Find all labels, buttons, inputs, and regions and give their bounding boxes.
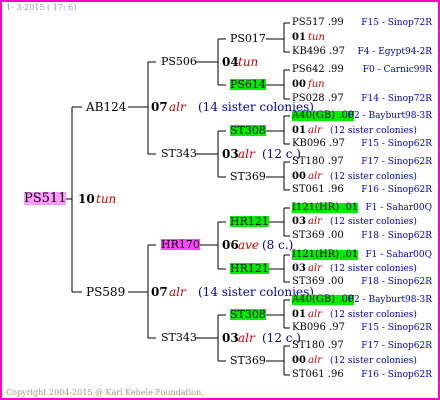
- dam-sire-sisters: (8 c.): [262, 238, 294, 252]
- root-qual: tun: [96, 192, 117, 206]
- sire-dam-qual: alr: [238, 147, 255, 161]
- dam-sire-num: 06: [222, 238, 239, 252]
- gen4-source: F14 - Sinop72R: [361, 94, 432, 104]
- gen4-qual: tun: [308, 32, 325, 43]
- sire-num: 07: [151, 100, 168, 114]
- gen4-source: F17 - Sinop62R: [361, 157, 432, 167]
- gen4-source: F15 - Sinop62R: [361, 323, 432, 333]
- dam-num: 07: [151, 285, 168, 299]
- dam-name[interactable]: PS589: [86, 286, 125, 298]
- sire-qual: alr: [169, 100, 186, 114]
- dam-dam-qual: alr: [238, 331, 255, 345]
- gen4-num: 01: [292, 125, 306, 136]
- gen4-name[interactable]: I121(HR) .01: [292, 250, 359, 260]
- gen3-sd-s[interactable]: ST308: [230, 125, 266, 136]
- gen3-dd-d[interactable]: ST369: [230, 355, 266, 366]
- gen4-sisters: (12 sister colonies): [330, 356, 417, 366]
- gen4-name[interactable]: A40(GB) .00: [292, 295, 355, 305]
- gen4-qual: alr: [308, 171, 322, 182]
- dam-sire-name[interactable]: HR170: [161, 239, 200, 250]
- gen3-dd-s[interactable]: ST308: [230, 309, 266, 320]
- gen4-num: 03: [292, 216, 306, 227]
- gen4-name[interactable]: ST061 .96: [292, 370, 344, 380]
- gen4-name[interactable]: ST180 .97: [292, 157, 344, 167]
- gen4-name[interactable]: ST180 .97: [292, 341, 344, 351]
- gen4-source: F15 - Sinop62R: [361, 139, 432, 149]
- gen4-num: 00: [292, 79, 306, 90]
- gen4-num: 01: [292, 32, 306, 43]
- gen4-qual: alr: [308, 355, 322, 366]
- sire-dam-num: 03: [222, 147, 239, 161]
- gen4-sisters: (12 sister colonies): [330, 126, 417, 136]
- gen4-qual: alr: [308, 216, 322, 227]
- gen4-sisters: (12 sister colonies): [330, 264, 417, 274]
- sire-name[interactable]: AB124: [86, 101, 126, 113]
- root-num: 10: [78, 192, 95, 206]
- gen4-num: 03: [292, 263, 306, 274]
- gen4-qual: alr: [308, 125, 322, 136]
- gen4-sisters: (12 sister colonies): [330, 217, 417, 227]
- gen4-source: F2 - Bayburt98-3R: [347, 295, 432, 305]
- date-line: 1- 3-2015 ( 17: 6): [6, 3, 77, 12]
- dam-dam-name[interactable]: ST343: [161, 332, 197, 343]
- sire-sire-name[interactable]: PS506: [161, 56, 197, 67]
- gen4-qual: alr: [308, 263, 322, 274]
- gen4-source: F1 - Sahar00Q: [365, 203, 432, 213]
- gen3-ss-d[interactable]: PS614: [230, 79, 266, 90]
- gen3-ds-s[interactable]: HR121: [230, 216, 269, 227]
- gen4-name[interactable]: KB096 .97: [292, 323, 345, 333]
- gen4-source: F0 - Carnic99R: [362, 65, 432, 75]
- gen4-name[interactable]: I121(HR) .01: [292, 203, 359, 213]
- dam-dam-num: 03: [222, 331, 239, 345]
- dam-sire-qual: ave: [238, 238, 260, 252]
- gen4-source: F4 - Egypt94-2R: [357, 47, 432, 57]
- gen4-qual: fun: [308, 79, 325, 90]
- gen3-ss-s[interactable]: PS017: [230, 33, 266, 44]
- dam-qual: alr: [169, 285, 186, 299]
- gen4-source: F1 - Sahar00Q: [365, 250, 432, 260]
- copyright: Copyright 2004-2015 @ Karl Kehele Founda…: [6, 388, 204, 397]
- gen4-name[interactable]: A40(GB) .00: [292, 111, 355, 121]
- gen4-source: F16 - Sinop62R: [361, 185, 432, 195]
- sire-dam-name[interactable]: ST343: [161, 148, 197, 159]
- gen4-source: F15 - Sinop72R: [361, 18, 432, 28]
- gen4-sisters: (12 sister colonies): [330, 310, 417, 320]
- gen4-qual: alr: [308, 309, 322, 320]
- gen4-num: 00: [292, 355, 306, 366]
- sire-sire-num: 04: [222, 55, 239, 69]
- gen4-source: F17 - Sinop62R: [361, 341, 432, 351]
- gen4-name[interactable]: ST061 .96: [292, 185, 344, 195]
- sire-sire-qual: tun: [238, 55, 259, 69]
- gen4-name[interactable]: KB496 .97: [292, 47, 345, 57]
- gen3-sd-d[interactable]: ST369: [230, 171, 266, 182]
- gen4-name[interactable]: PS642 .99: [292, 65, 344, 75]
- gen4-source: F18 - Sinop62R: [361, 277, 432, 287]
- gen4-num: 00: [292, 171, 306, 182]
- gen4-num: 01: [292, 309, 306, 320]
- gen4-source: F18 - Sinop62R: [361, 231, 432, 241]
- gen4-source: F16 - Sinop62R: [361, 370, 432, 380]
- gen4-name[interactable]: KB096 .97: [292, 139, 345, 149]
- gen4-name[interactable]: PS028 .97: [292, 94, 344, 104]
- gen4-name[interactable]: ST369 .00: [292, 231, 344, 241]
- gen4-source: F2 - Bayburt98-3R: [347, 111, 432, 121]
- gen4-name[interactable]: ST369 .00: [292, 277, 344, 287]
- gen4-name[interactable]: PS517 .99: [292, 18, 344, 28]
- root-name[interactable]: PS511: [24, 192, 67, 205]
- gen4-sisters: (12 sister colonies): [330, 172, 417, 182]
- gen3-ds-d[interactable]: HR121: [230, 263, 269, 274]
